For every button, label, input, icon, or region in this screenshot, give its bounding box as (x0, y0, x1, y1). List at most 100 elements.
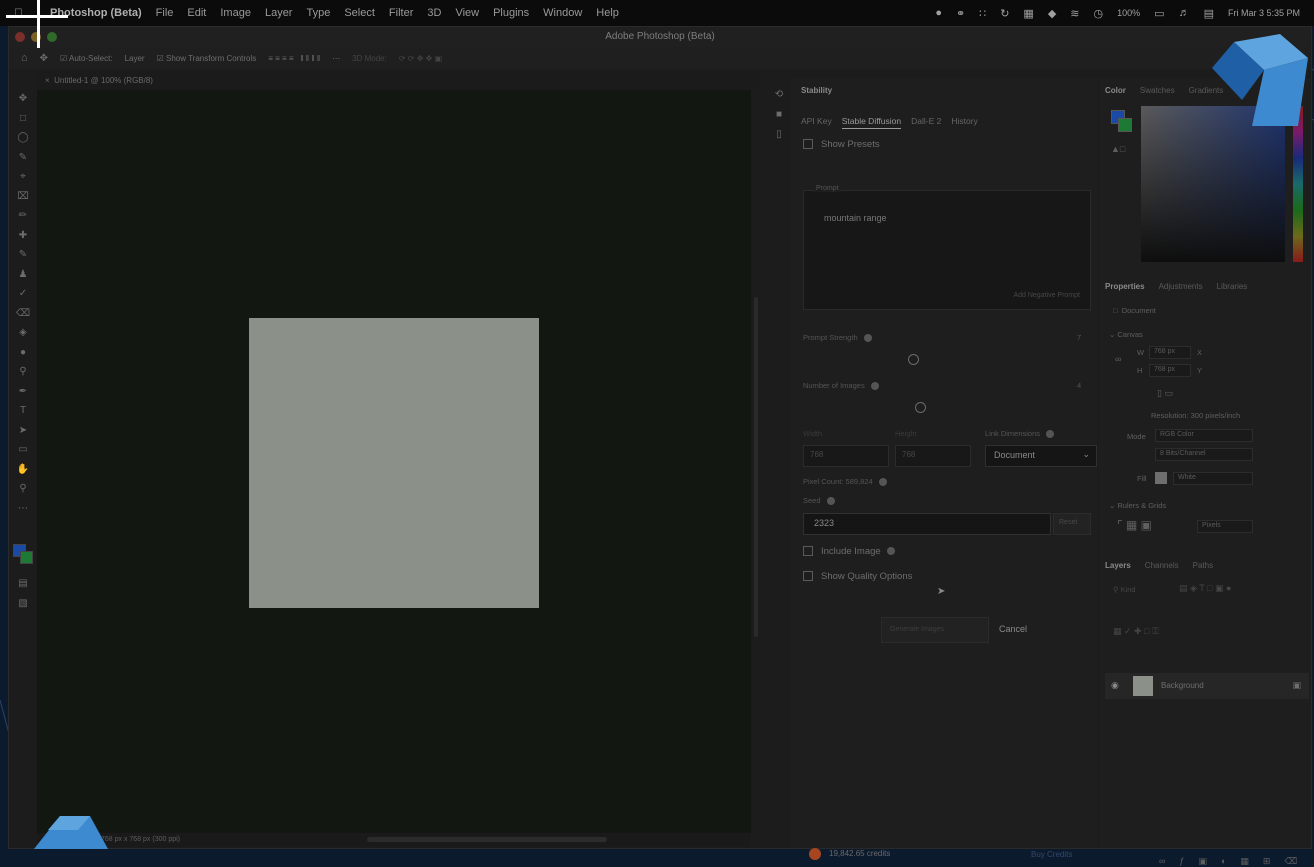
more-tools-icon[interactable]: ⋯ (9, 499, 37, 519)
info-icon[interactable] (886, 547, 895, 556)
bit-depth-select[interactable]: 8 Bits/Channel (1155, 448, 1253, 461)
adjustment-layer-icon[interactable]: ◐ (1221, 856, 1226, 867)
info-icon[interactable] (1046, 430, 1055, 439)
menu-window[interactable]: Window (543, 7, 582, 19)
menubar-datetime[interactable]: Fri Mar 3 5:35 PM (1228, 8, 1300, 18)
move-tool-icon[interactable]: ✥ (9, 89, 37, 109)
seed-input[interactable]: 2323 (803, 513, 1051, 535)
paint-bucket-icon[interactable]: ◈ (9, 323, 37, 343)
mode-select[interactable]: RGB Color (1155, 429, 1253, 442)
clone-stamp-icon[interactable]: ♟ (9, 265, 37, 285)
history-brush-icon[interactable]: ✓ (9, 284, 37, 304)
layer-row-background[interactable]: ◉ Background ▣ (1105, 673, 1309, 699)
3d-mode-icons[interactable]: ⟳ ⟳ ✥ ✥ ▣ (399, 54, 442, 63)
canvas-section-header[interactable]: ⌄ Canvas (1109, 330, 1143, 339)
quick-mask-icon[interactable]: ▤ (9, 574, 37, 594)
libraries-panel-icon[interactable]: ■ (769, 109, 789, 129)
tab-swatches[interactable]: Swatches (1140, 86, 1175, 95)
eye-icon[interactable]: ◉ (1111, 680, 1119, 691)
prompt-textarea[interactable]: Prompt mountain range Add Negative Promp… (803, 185, 1091, 310)
screen-mode-icon[interactable]: ▧ (9, 594, 37, 614)
healing-brush-icon[interactable]: ✚ (9, 226, 37, 246)
creative-cloud-icon[interactable]: ⚭ (956, 7, 965, 20)
history-panel-icon[interactable]: ⟲ (769, 89, 789, 109)
menu-3d[interactable]: 3D (427, 7, 441, 19)
document-canvas[interactable] (249, 318, 539, 608)
menu-type[interactable]: Type (306, 7, 330, 19)
menu-view[interactable]: View (455, 7, 479, 19)
hand-tool-icon[interactable]: ✋ (9, 460, 37, 480)
panel-background-color[interactable] (1118, 118, 1132, 132)
show-presets-checkbox[interactable] (803, 139, 813, 150)
layer-kind-filter[interactable]: ⚲ Kind (1113, 585, 1136, 594)
ruler-units-select[interactable]: Pixels (1197, 520, 1253, 533)
background-color[interactable] (20, 551, 33, 564)
tab-history[interactable]: History (951, 116, 977, 129)
quick-select-tool-icon[interactable]: ✎ (9, 148, 37, 168)
wifi-icon[interactable]: ≋ (1070, 7, 1079, 20)
rulers-grids-header[interactable]: ⌄ Rulers & Grids (1109, 501, 1166, 510)
menu-file[interactable]: File (156, 7, 174, 19)
new-layer-icon[interactable]: ⊞ (1263, 856, 1271, 867)
ruler-grid-icons[interactable]: ⌜ ▦ ▣ (1117, 518, 1152, 532)
info-icon[interactable] (870, 382, 879, 391)
marquee-tool-icon[interactable]: □ (9, 109, 37, 129)
time-machine-icon[interactable]: ↻ (1000, 7, 1009, 20)
tab-color[interactable]: Color (1105, 86, 1126, 95)
lock-icon[interactable]: ▣ (1292, 680, 1301, 691)
pen-tool-icon[interactable]: ✒ (9, 382, 37, 402)
canvas-horizontal-scrollbar[interactable] (367, 837, 607, 842)
clock-icon[interactable]: ◷ (1094, 7, 1104, 20)
include-image-checkbox[interactable] (803, 546, 813, 557)
add-mask-icon[interactable]: ▣ (1198, 856, 1207, 867)
volume-icon[interactable]: ♬ (1179, 7, 1190, 19)
quality-options-checkbox[interactable] (803, 571, 813, 582)
include-image-row[interactable]: Include Image (803, 546, 895, 557)
frame-tool-icon[interactable]: ⌧ (9, 187, 37, 207)
dodge-tool-icon[interactable]: ⚲ (9, 362, 37, 382)
tab-properties[interactable]: Properties (1105, 282, 1145, 291)
add-negative-prompt-link[interactable]: Add Negative Prompt (1013, 292, 1080, 299)
orientation-icons[interactable]: ▯ ▭ (1157, 388, 1173, 399)
canvas-width-input[interactable]: 768 px (1149, 346, 1191, 359)
blur-tool-icon[interactable]: ● (9, 343, 37, 363)
tab-dall-e-2[interactable]: Dall-E 2 (911, 116, 941, 129)
brush-tool-icon[interactable]: ✎ (9, 245, 37, 265)
window-icon[interactable]: ▦ (1023, 7, 1033, 20)
canvas-height-input[interactable]: 768 px (1149, 364, 1191, 377)
control-center-icon[interactable]: ▤ (1204, 7, 1214, 20)
crop-tool-icon[interactable]: ⌖ (9, 167, 37, 187)
generate-images-button[interactable]: Generate Images (881, 617, 989, 643)
move-tool-icon[interactable]: ✥ (40, 53, 48, 64)
new-group-icon[interactable]: ▦ (1240, 856, 1249, 867)
number-of-images-slider-handle[interactable] (915, 402, 926, 413)
canvas-area[interactable] (37, 90, 751, 833)
fx-icon[interactable]: ƒ (1179, 856, 1184, 867)
buy-credits-link[interactable]: Buy Credits (1031, 850, 1072, 859)
auto-select-dropdown[interactable]: Layer (125, 54, 145, 63)
info-icon[interactable] (878, 478, 887, 487)
tab-paths[interactable]: Paths (1193, 561, 1213, 570)
zoom-tool-icon[interactable]: ⚲ (9, 479, 37, 499)
eraser-tool-icon[interactable]: ⌫ (9, 304, 37, 324)
rectangle-tool-icon[interactable]: ▭ (9, 440, 37, 460)
record-icon[interactable]: ● (935, 7, 942, 19)
tab-channels[interactable]: Channels (1145, 561, 1179, 570)
link-icon[interactable]: ∞ (1115, 354, 1121, 364)
battery-icon[interactable]: ▭ (1154, 7, 1164, 20)
grid-dots-icon[interactable]: ∷ (979, 7, 986, 20)
tab-api-key[interactable]: API Key (801, 116, 832, 129)
menu-image[interactable]: Image (220, 7, 251, 19)
menu-edit[interactable]: Edit (187, 7, 206, 19)
more-options-icon[interactable]: ⋯ (332, 54, 340, 63)
eyedropper-tool-icon[interactable]: ✏ (9, 206, 37, 226)
comments-panel-icon[interactable]: ▯ (769, 129, 789, 149)
align-icons[interactable]: ≡ ≡ ≡ ≡ ‖ ‖ ‖ ‖ (268, 54, 320, 63)
width-input[interactable]: 768 (803, 445, 889, 467)
document-tab[interactable]: × Untitled-1 @ 100% (RGB/8) (37, 72, 759, 90)
tab-stable-diffusion[interactable]: Stable Diffusion (841, 116, 902, 129)
fill-swatch[interactable] (1155, 472, 1167, 484)
menu-layer[interactable]: Layer (265, 7, 293, 19)
show-presets-row[interactable]: Show Presets (803, 139, 880, 150)
tab-adjustments[interactable]: Adjustments (1159, 282, 1203, 291)
